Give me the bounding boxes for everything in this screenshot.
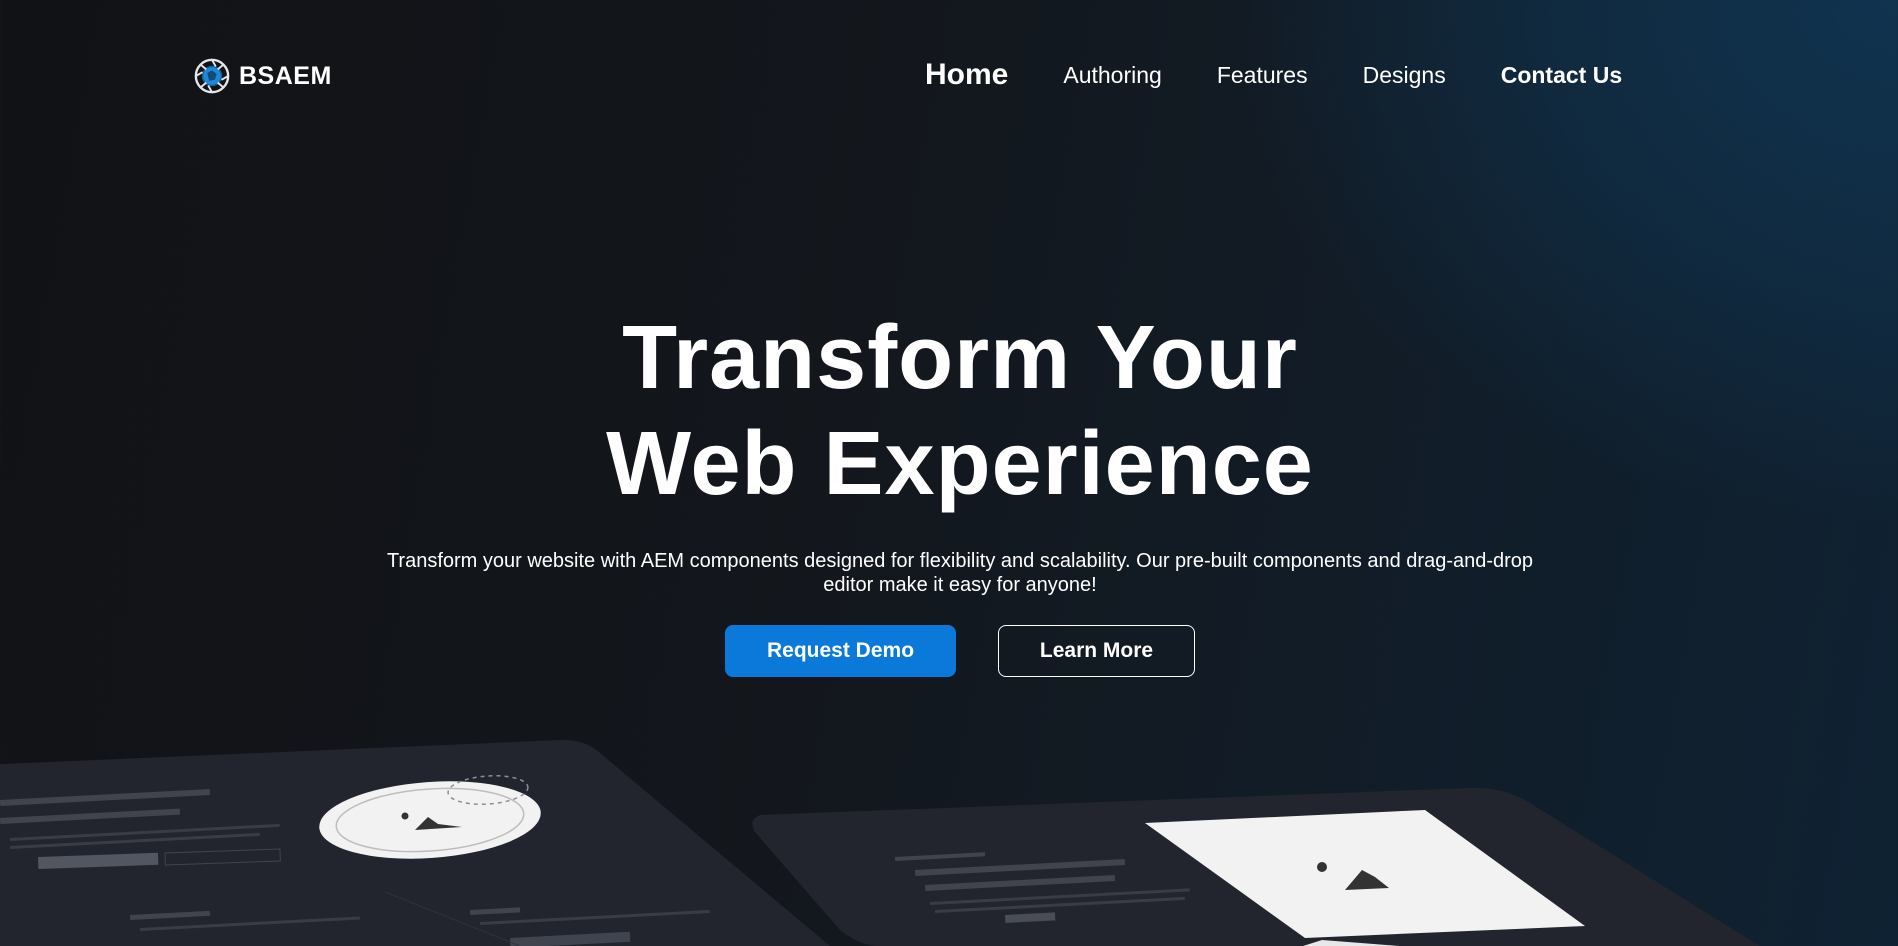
top-navigation: BSAEM Home Authoring Features Designs Co…	[0, 0, 1898, 160]
learn-more-button[interactable]: Learn More	[998, 625, 1195, 677]
brand-name: BSAEM	[239, 61, 332, 90]
brand-logo[interactable]: BSAEM	[193, 57, 332, 95]
hero-title-line-2: Web Experience	[606, 414, 1314, 514]
hero-description: Transform your website with AEM componen…	[386, 550, 1534, 596]
nav-features[interactable]: Features	[1217, 62, 1308, 89]
nav-authoring[interactable]: Authoring	[1063, 62, 1161, 89]
product-mockups-illustration	[0, 739, 1760, 946]
nav-home[interactable]: Home	[925, 58, 1008, 92]
aperture-globe-icon	[194, 58, 230, 94]
main-menu: Home Authoring Features Designs Contact …	[925, 58, 1622, 92]
nav-contact-us[interactable]: Contact Us	[1501, 62, 1622, 89]
nav-designs[interactable]: Designs	[1363, 62, 1446, 89]
hero-title-line-1: Transform Your	[622, 308, 1298, 408]
hero-title: Transform Your Web Experience	[0, 305, 1898, 517]
request-demo-button[interactable]: Request Demo	[725, 625, 956, 677]
